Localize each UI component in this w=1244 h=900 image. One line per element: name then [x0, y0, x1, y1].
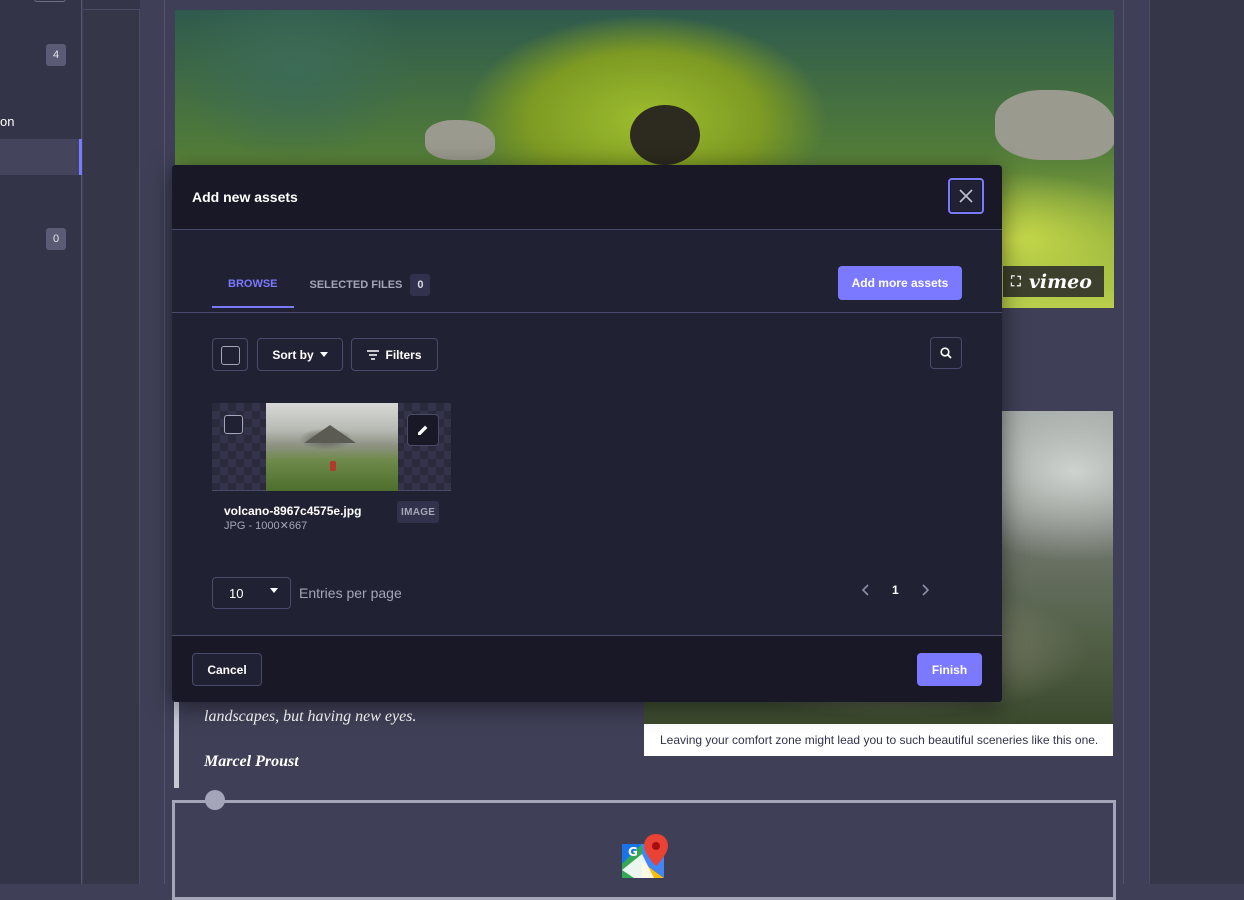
caret-down-icon: [319, 352, 328, 357]
asset-checkbox[interactable]: [224, 415, 243, 434]
volcano-shape: [304, 425, 356, 443]
caret-down-icon: [270, 588, 278, 593]
checkbox-box: [221, 346, 240, 365]
modal-tabs: BROWSE SELECTED FILES 0: [212, 261, 446, 308]
selected-count-badge: 0: [410, 273, 431, 296]
tab-selected-files[interactable]: SELECTED FILES 0: [294, 261, 447, 308]
add-more-assets-button[interactable]: Add more assets: [838, 266, 962, 300]
tab-label: BROWSE: [228, 277, 278, 290]
asset-type-badge: IMAGE: [397, 501, 440, 523]
add-assets-modal: Add new assets BROWSE SELECTED FILES 0 A…: [172, 165, 1002, 702]
chevron-left-icon[interactable]: [862, 584, 870, 596]
entries-per-page-label: Entries per page: [299, 585, 402, 601]
modal-footer: Cancel Finish: [172, 635, 1002, 702]
chevron-right-icon[interactable]: [921, 584, 929, 596]
asset-meta: JPG - 1000✕667: [224, 520, 308, 532]
edit-asset-button[interactable]: [407, 414, 439, 446]
cancel-button[interactable]: Cancel: [192, 653, 262, 686]
modal-header: Add new assets: [172, 165, 1002, 230]
asset-card[interactable]: volcano-8967c4575e.jpg JPG - 1000✕667 IM…: [212, 403, 451, 538]
entries-per-page-select[interactable]: 10: [212, 577, 291, 609]
search-icon: [940, 347, 952, 359]
select-all-checkbox[interactable]: [212, 338, 248, 371]
sort-by-label: Sort by: [272, 347, 314, 362]
asset-name: volcano-8967c4575e.jpg: [224, 504, 362, 518]
asset-thumbnail-image: [266, 403, 398, 491]
sort-by-button[interactable]: Sort by: [257, 338, 343, 371]
tabs-divider: [172, 312, 1002, 313]
pencil-icon: [418, 425, 428, 435]
pagination: 1: [862, 583, 929, 597]
close-button[interactable]: [948, 178, 984, 214]
filters-button[interactable]: Filters: [351, 338, 438, 371]
per-page-value: 10: [229, 585, 244, 601]
tab-label: SELECTED FILES: [309, 278, 403, 291]
tab-browse[interactable]: BROWSE: [212, 261, 294, 308]
page-number[interactable]: 1: [892, 583, 899, 597]
close-icon: [959, 189, 973, 203]
person-shape: [330, 461, 336, 471]
filter-icon: [367, 349, 380, 360]
modal-title: Add new assets: [192, 189, 298, 205]
finish-button[interactable]: Finish: [917, 653, 982, 686]
filters-label: Filters: [385, 347, 422, 362]
search-button[interactable]: [930, 337, 962, 369]
